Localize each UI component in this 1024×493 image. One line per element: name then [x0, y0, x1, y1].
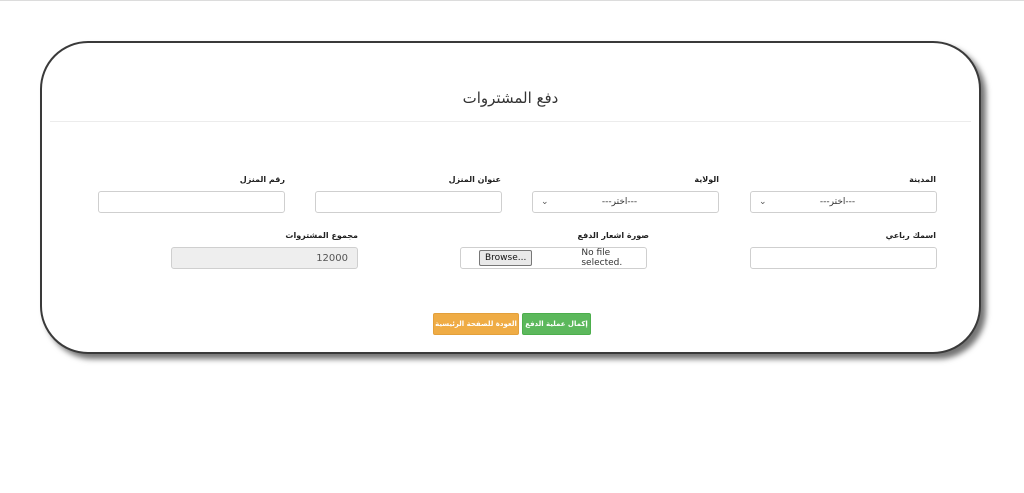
chevron-down-icon: ⌄ [541, 197, 549, 207]
total-field: 12000 [171, 247, 358, 269]
file-status: No file selected. [581, 248, 623, 268]
address-label: عنوان المنزل [448, 175, 501, 184]
back-home-button[interactable]: العودة للصفحة الرئيسية [433, 313, 519, 335]
total-label: مجموع المشتروات [285, 231, 358, 240]
full-name-input[interactable] [750, 247, 937, 269]
receipt-label: صورة اشعار الدفع [577, 231, 649, 240]
city-label: المدينة [909, 175, 936, 184]
page-title: دفع المشتروات [462, 89, 559, 107]
full-name-label: اسمك رباعي [885, 231, 936, 240]
city-select[interactable]: ---اختر--- ⌄ [750, 191, 937, 213]
address-input[interactable] [315, 191, 502, 213]
chevron-down-icon: ⌄ [759, 197, 767, 207]
browse-button[interactable]: Browse... [479, 250, 533, 266]
complete-payment-button[interactable]: إكمال عملية الدفع [522, 313, 591, 335]
state-label: الولاية [694, 175, 719, 184]
house-number-input[interactable] [98, 191, 285, 213]
title-divider [50, 121, 971, 122]
state-select[interactable]: ---اختر--- ⌄ [532, 191, 719, 213]
receipt-file-input[interactable]: Browse... No file selected. [460, 247, 647, 269]
house-number-label: رقم المنزل [239, 175, 285, 184]
top-border [0, 0, 1024, 1]
state-selected-value: ---اختر--- [601, 197, 638, 207]
city-selected-value: ---اختر--- [819, 197, 856, 207]
